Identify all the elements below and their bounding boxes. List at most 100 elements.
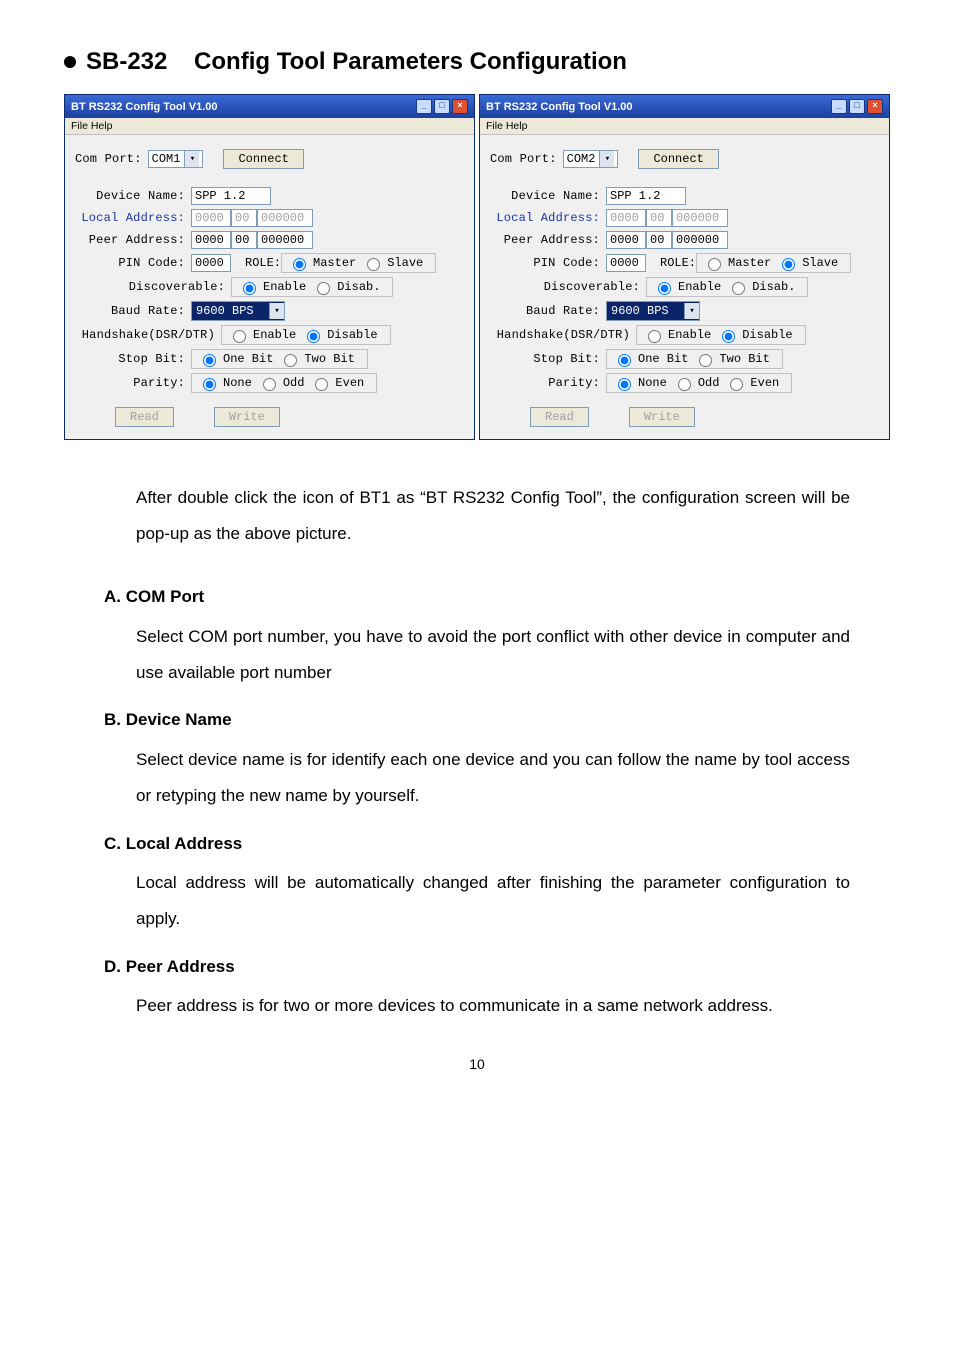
stop-two-radio[interactable] (699, 354, 712, 367)
hs-enable-label: Enable (668, 328, 711, 342)
minimize-icon[interactable]: _ (831, 99, 847, 114)
local-addr-1[interactable] (606, 209, 646, 227)
baud-rate-select[interactable]: 9600 BPS ▾ (606, 301, 700, 321)
peer-addr-1[interactable] (606, 231, 646, 249)
read-button[interactable]: Read (115, 407, 174, 427)
device-name-field[interactable] (606, 187, 686, 205)
section-b-heading: B. Device Name (104, 702, 850, 738)
maximize-icon[interactable]: □ (849, 99, 865, 114)
close-icon[interactable]: × (452, 99, 468, 114)
handshake-label: Handshake(DSR/DTR) (75, 328, 221, 342)
parity-even-radio[interactable] (730, 378, 743, 391)
handshake-disable-radio[interactable] (722, 330, 735, 343)
handshake-disable-radio[interactable] (307, 330, 320, 343)
parity-odd-radio[interactable] (263, 378, 276, 391)
local-addr-1[interactable] (191, 209, 231, 227)
connect-button[interactable]: Connect (223, 149, 303, 169)
pin-code-label: PIN Code: (75, 256, 191, 270)
handshake-label: Handshake(DSR/DTR) (490, 328, 636, 342)
read-button[interactable]: Read (530, 407, 589, 427)
stop-bit-label: Stop Bit: (490, 352, 606, 366)
chevron-down-icon[interactable]: ▾ (184, 151, 199, 167)
peer-addr-3[interactable] (672, 231, 728, 249)
role-label: ROLE: (245, 256, 281, 270)
discoverable-enable-radio[interactable] (243, 282, 256, 295)
parity-none-label: None (638, 376, 667, 390)
peer-addr-1[interactable] (191, 231, 231, 249)
hs-disable-label: Disable (327, 328, 377, 342)
baud-rate-label: Baud Rate: (490, 304, 606, 318)
connect-button[interactable]: Connect (638, 149, 718, 169)
chevron-down-icon[interactable]: ▾ (599, 151, 614, 167)
role-slave-label: Slave (802, 256, 838, 270)
discoverable-enable-radio[interactable] (658, 282, 671, 295)
chevron-down-icon[interactable]: ▾ (684, 303, 699, 319)
maximize-icon[interactable]: □ (434, 99, 450, 114)
device-name-field[interactable] (191, 187, 271, 205)
discoverable-disable-radio[interactable] (732, 282, 745, 295)
section-d-body: Peer address is for two or more devices … (136, 988, 850, 1024)
local-address-label: Local Address: (490, 211, 606, 225)
section-c-body: Local address will be automatically chan… (136, 865, 850, 936)
role-master-label: Master (313, 256, 356, 270)
local-addr-2[interactable] (231, 209, 257, 227)
menubar-b[interactable]: File Help (480, 118, 889, 135)
peer-addr-2[interactable] (231, 231, 257, 249)
config-window-a: BT RS232 Config Tool V1.00 _ □ × File He… (64, 94, 475, 440)
pin-code-field[interactable] (606, 254, 646, 272)
com-port-value: COM1 (152, 152, 181, 166)
handshake-enable-radio[interactable] (233, 330, 246, 343)
chevron-down-icon[interactable]: ▾ (269, 303, 284, 319)
discoverable-disable-radio[interactable] (317, 282, 330, 295)
write-button[interactable]: Write (214, 407, 280, 427)
titlebar-a[interactable]: BT RS232 Config Tool V1.00 _ □ × (65, 95, 474, 118)
page-number: 10 (64, 1056, 890, 1072)
role-master-radio[interactable] (708, 258, 721, 271)
baud-rate-select[interactable]: 9600 BPS ▾ (191, 301, 285, 321)
parity-even-label: Even (750, 376, 779, 390)
pin-code-label: PIN Code: (490, 256, 606, 270)
baud-rate-value: 9600 BPS (196, 304, 254, 318)
close-icon[interactable]: × (867, 99, 883, 114)
write-button[interactable]: Write (629, 407, 695, 427)
device-name-label: Device Name: (490, 189, 606, 203)
stop-one-radio[interactable] (203, 354, 216, 367)
handshake-enable-radio[interactable] (648, 330, 661, 343)
section-b-body: Select device name is for identify each … (136, 742, 850, 813)
parity-none-radio[interactable] (203, 378, 216, 391)
stop-one-radio[interactable] (618, 354, 631, 367)
peer-addr-2[interactable] (646, 231, 672, 249)
local-addr-3[interactable] (672, 209, 728, 227)
form-a: Com Port: COM1 ▾ Connect Device Name: Lo… (65, 135, 474, 439)
com-port-select[interactable]: COM2 ▾ (563, 150, 619, 168)
peer-address-label: Peer Address: (490, 233, 606, 247)
discoverable-label: Discoverable: (75, 280, 231, 294)
parity-none-radio[interactable] (618, 378, 631, 391)
config-window-b: BT RS232 Config Tool V1.00 _ □ × File He… (479, 94, 890, 440)
minimize-icon[interactable]: _ (416, 99, 432, 114)
parity-label: Parity: (75, 376, 191, 390)
stop-two-label: Two Bit (304, 352, 354, 366)
parity-even-radio[interactable] (315, 378, 328, 391)
section-com-port: A. COM Port Select COM port number, you … (104, 579, 850, 690)
role-master-radio[interactable] (293, 258, 306, 271)
local-addr-2[interactable] (646, 209, 672, 227)
role-slave-radio[interactable] (367, 258, 380, 271)
menubar-a[interactable]: File Help (65, 118, 474, 135)
disc-disable-label: Disab. (337, 280, 380, 294)
peer-addr-3[interactable] (257, 231, 313, 249)
bullet-icon (64, 56, 76, 68)
stop-two-radio[interactable] (284, 354, 297, 367)
lead-paragraph: After double click the icon of BT1 as “B… (104, 480, 850, 551)
role-slave-radio[interactable] (782, 258, 795, 271)
pin-code-field[interactable] (191, 254, 231, 272)
hs-enable-label: Enable (253, 328, 296, 342)
com-port-select[interactable]: COM1 ▾ (148, 150, 204, 168)
parity-odd-radio[interactable] (678, 378, 691, 391)
title-prefix: SB-232 (86, 48, 167, 75)
section-peer-address: D. Peer Address Peer address is for two … (104, 949, 850, 1024)
titlebar-b[interactable]: BT RS232 Config Tool V1.00 _ □ × (480, 95, 889, 118)
form-b: Com Port: COM2 ▾ Connect Device Name: Lo… (480, 135, 889, 439)
stop-one-label: One Bit (223, 352, 273, 366)
local-addr-3[interactable] (257, 209, 313, 227)
